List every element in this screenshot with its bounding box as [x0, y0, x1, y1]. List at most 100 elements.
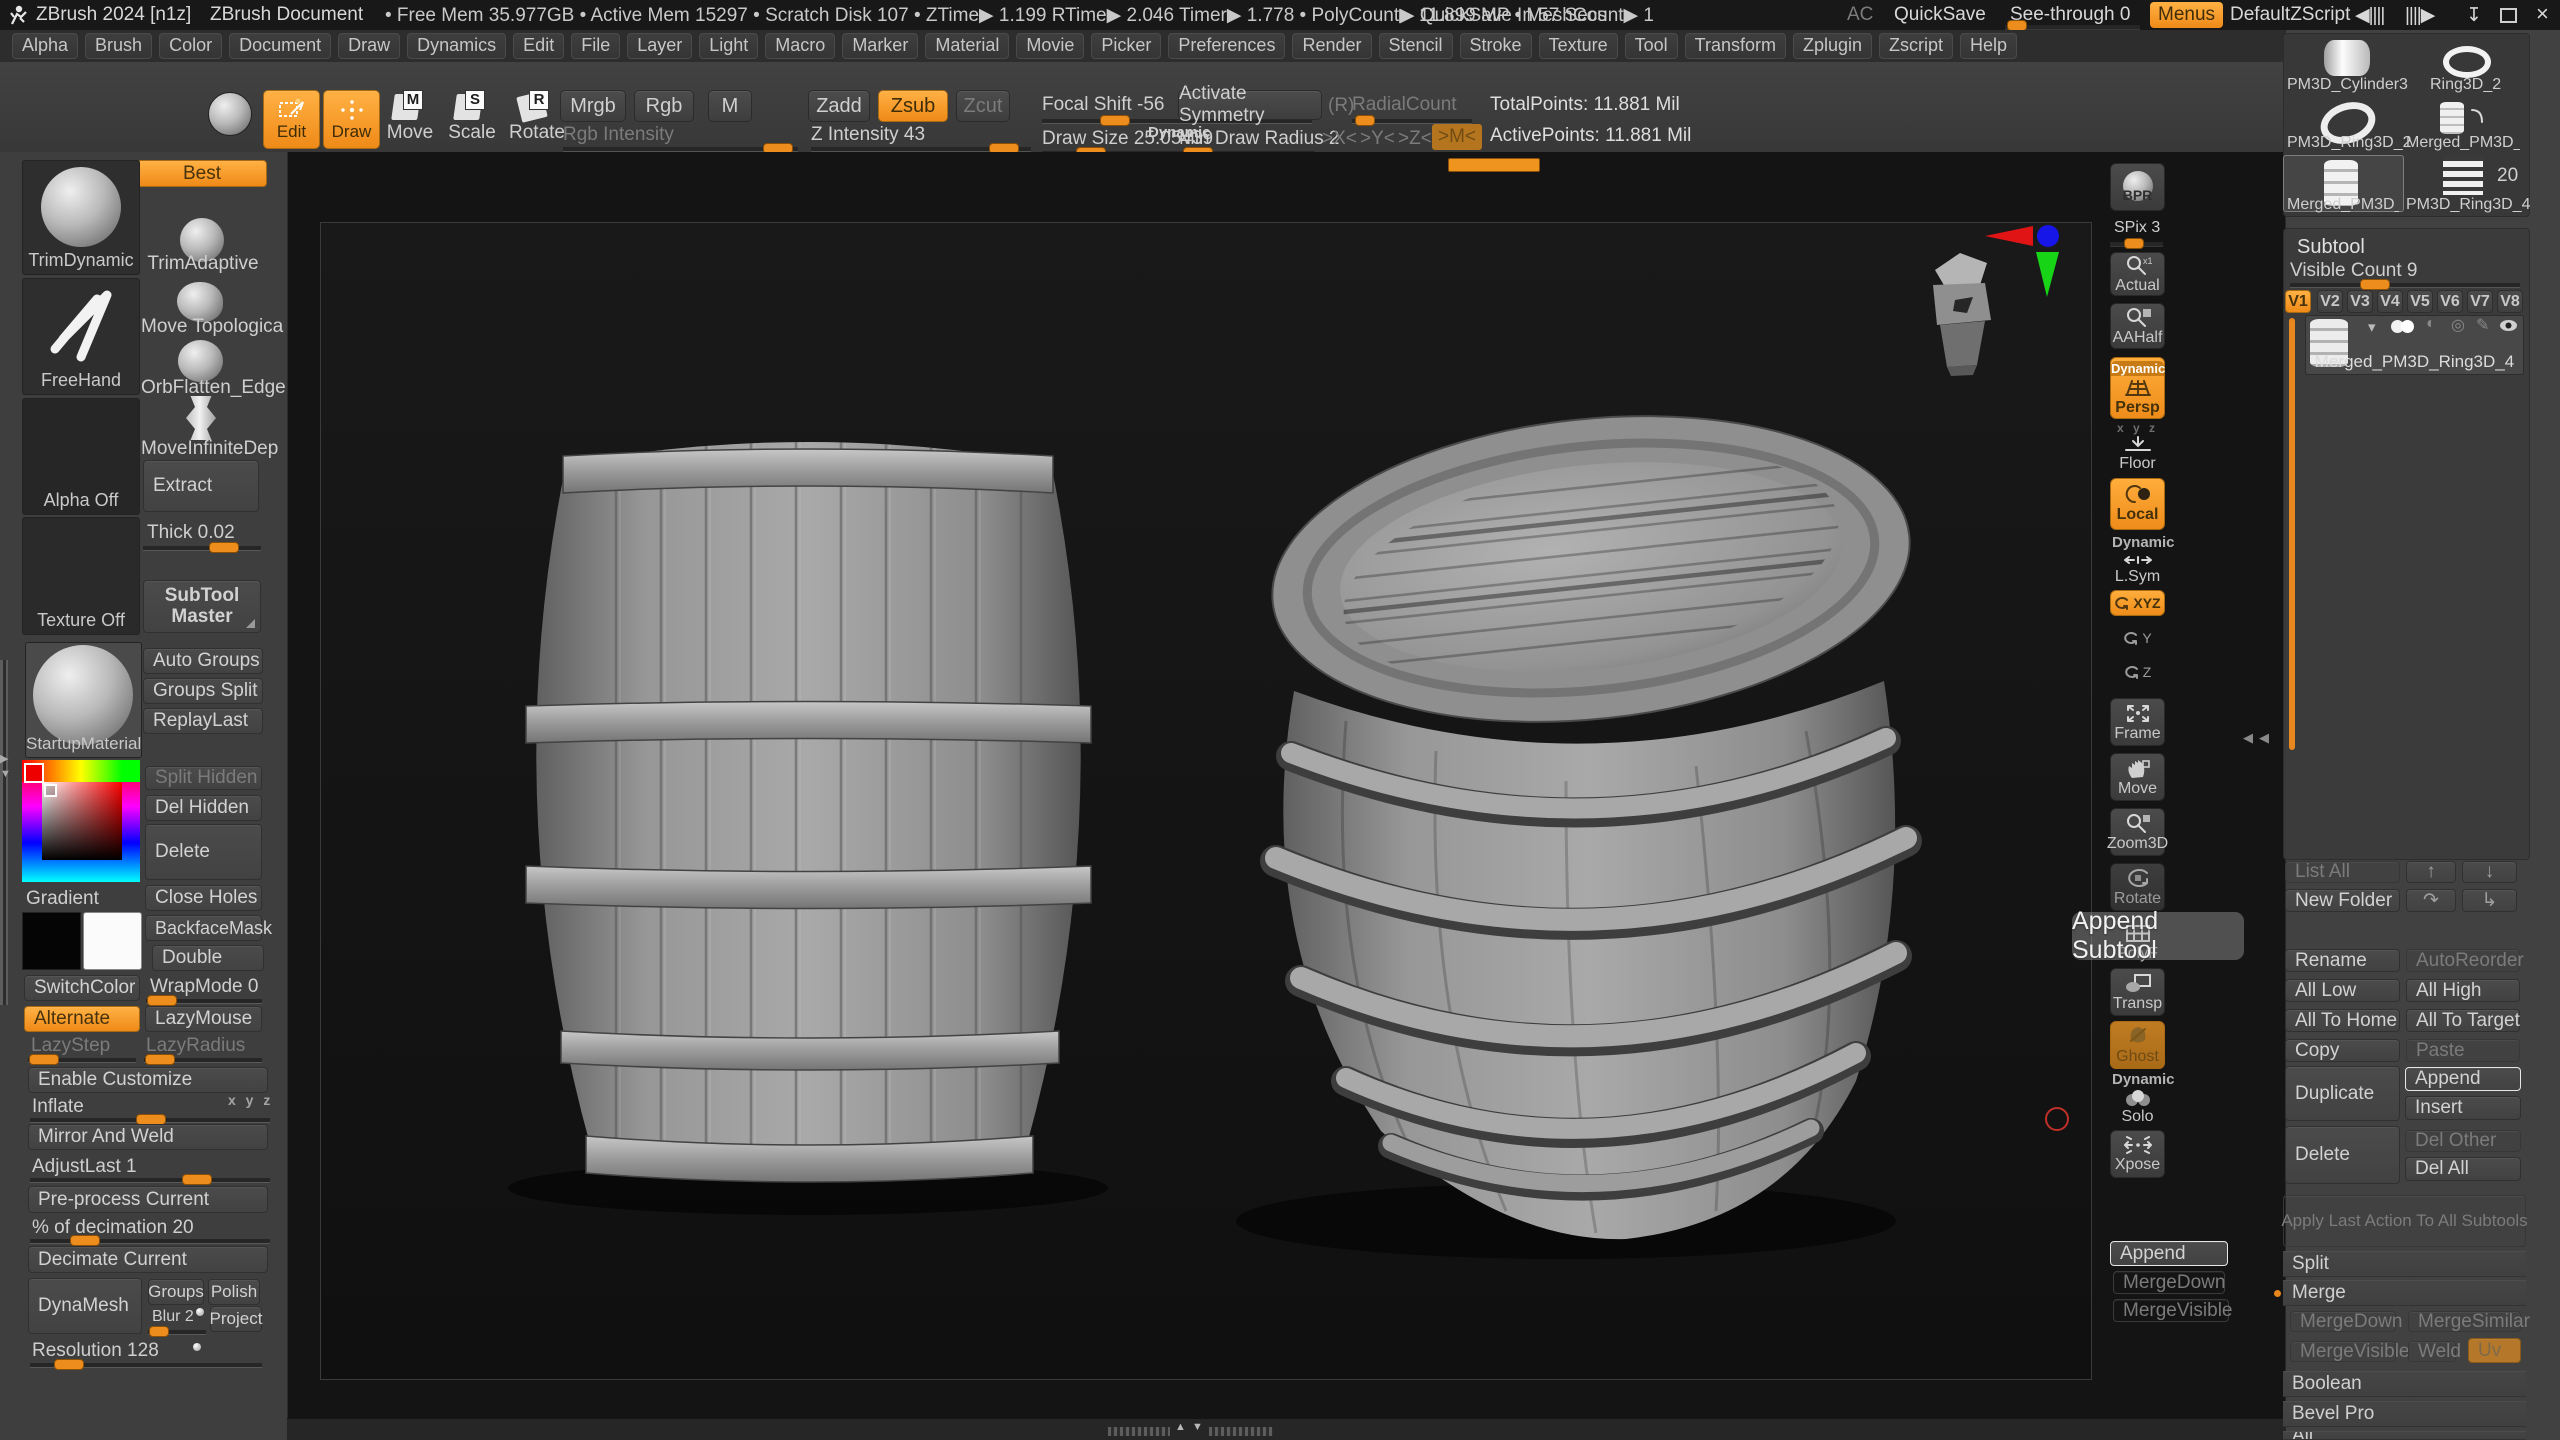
weld-button[interactable]: Weld — [2408, 1341, 2456, 1362]
subtool-delete-button[interactable]: Delete — [2285, 1126, 2400, 1184]
lsym-button[interactable]: L.Sym — [2110, 552, 2165, 586]
bpr-button[interactable]: BPR — [2110, 163, 2165, 211]
history-forward-icon[interactable]: ||||▶ — [2405, 4, 2434, 27]
texture-slot[interactable]: Texture Off — [22, 517, 140, 635]
menu-zplugin[interactable]: Zplugin — [1793, 33, 1872, 59]
subtool-moon-icon[interactable]: ◐ — [2426, 315, 2436, 333]
bottom-divider-left[interactable] — [1108, 1427, 1170, 1436]
tray-collapse2-icon[interactable]: ◀ — [2259, 730, 2269, 746]
menu-render[interactable]: Render — [1292, 33, 1371, 59]
tool-cylinder-icon[interactable] — [2320, 38, 2374, 78]
preview-sphere-icon[interactable] — [208, 92, 252, 136]
edit-button[interactable]: Edit — [263, 90, 320, 149]
merge-similar-button[interactable]: MergeSimilar — [2408, 1311, 2521, 1332]
split-hidden-button[interactable]: Split Hidden — [145, 766, 262, 790]
mirror-and-weld-button[interactable]: Mirror And Weld — [28, 1124, 268, 1150]
delete-button[interactable]: Delete — [145, 824, 262, 880]
inflate-slider[interactable] — [30, 1118, 270, 1122]
tray-collapse-icon[interactable]: ◀ — [2243, 730, 2253, 746]
menu-layer[interactable]: Layer — [627, 33, 692, 59]
tool-rings-stack-icon[interactable] — [2443, 157, 2483, 195]
solo-button[interactable]: Solo — [2110, 1088, 2165, 1126]
zcut-button[interactable]: Zcut — [956, 90, 1010, 122]
menu-picker[interactable]: Picker — [1091, 33, 1161, 59]
dynamesh-polish-button[interactable]: Polish — [208, 1279, 260, 1305]
boolean-section-header[interactable]: Boolean — [2283, 1371, 2526, 1397]
del-all-button[interactable]: Del All — [2405, 1157, 2521, 1181]
double-button[interactable]: Double — [152, 945, 264, 971]
frame-button[interactable]: Frame — [2110, 698, 2165, 746]
copy-button[interactable]: Copy — [2285, 1039, 2400, 1062]
blur-slider[interactable] — [148, 1330, 206, 1334]
split-section-header[interactable]: Split — [2283, 1251, 2526, 1277]
merge-section-header[interactable]: Merge — [2283, 1280, 2526, 1306]
floor-button[interactable]: Floor — [2110, 434, 2165, 474]
subtool-master-button[interactable]: SubTool Master — [143, 580, 261, 633]
vtab-5[interactable]: V5 — [2407, 290, 2433, 313]
sym-z-button[interactable]: >Z< — [1398, 128, 1432, 150]
menu-draw[interactable]: Draw — [338, 33, 400, 59]
canvas[interactable] — [287, 152, 2285, 1418]
decimate-current-button[interactable]: Decimate Current — [28, 1246, 268, 1273]
menu-file[interactable]: File — [571, 33, 620, 59]
alpha-slot[interactable]: Alpha Off — [22, 398, 140, 515]
enable-customize-button[interactable]: Enable Customize — [28, 1067, 268, 1093]
append-button[interactable]: Append — [2405, 1067, 2521, 1091]
vtab-3[interactable]: V3 — [2347, 290, 2373, 313]
divider-close-icon[interactable]: ▼ — [0, 768, 11, 780]
brush-orbflatten-icon[interactable] — [178, 340, 223, 382]
list-all-button[interactable]: List All — [2285, 861, 2400, 883]
duplicate-button[interactable]: Duplicate — [2285, 1066, 2400, 1121]
menu-color[interactable]: Color — [159, 33, 222, 59]
sym-m-button[interactable]: >M< — [1432, 124, 1482, 150]
alternate-button[interactable]: Alternate — [24, 1006, 140, 1032]
merge-visible-button[interactable]: MergeVisible — [2290, 1341, 2396, 1362]
rotate-y-button[interactable]: Y — [2110, 624, 2165, 652]
tray-down-icon[interactable]: ▼ — [1192, 1421, 1203, 1433]
best-render-button[interactable]: Best — [137, 160, 267, 187]
menu-movie[interactable]: Movie — [1016, 33, 1084, 59]
local-button[interactable]: Local — [2110, 478, 2165, 530]
tool-barrel-icon[interactable] — [2440, 102, 2464, 134]
merge-down-button[interactable]: MergeDown — [2290, 1311, 2396, 1332]
tray-up-icon[interactable]: ▲ — [1175, 1421, 1186, 1433]
menu-zscript[interactable]: Zscript — [1879, 33, 1953, 59]
close-icon[interactable]: × — [2536, 1, 2549, 27]
align-section-header-cut[interactable]: Ali — [2283, 1431, 2526, 1440]
apply-last-action-button[interactable]: Apply Last Action To All Subtools — [2283, 1195, 2526, 1247]
move-out-button[interactable]: ↷ — [2406, 889, 2456, 912]
groups-split-button[interactable]: Groups Split — [143, 678, 263, 704]
new-folder-button[interactable]: New Folder — [2285, 889, 2400, 912]
bottom-divider-right[interactable] — [1209, 1427, 1273, 1436]
shelf-mergevisible-button[interactable]: MergeVisible — [2113, 1299, 2229, 1322]
radial-count-slider[interactable] — [1352, 119, 1472, 123]
vtab-1[interactable]: V1 — [2285, 290, 2311, 313]
m-button[interactable]: M — [708, 90, 752, 122]
dynamesh-button[interactable]: DynaMesh — [28, 1278, 142, 1334]
uv-button[interactable]: Uv — [2468, 1338, 2521, 1363]
rotate-view-button[interactable]: Rotate — [2110, 863, 2165, 911]
all-low-button[interactable]: All Low — [2285, 979, 2400, 1002]
draw-button[interactable]: Draw — [323, 90, 380, 149]
sym-x-button[interactable]: >X< — [1322, 128, 1357, 150]
all-high-button[interactable]: All High — [2406, 979, 2520, 1002]
zadd-button[interactable]: Zadd — [808, 90, 870, 122]
zoom3d-button[interactable]: Zoom3D — [2110, 808, 2165, 856]
move-view-button[interactable]: Move — [2110, 753, 2165, 801]
subtool-dropdown-icon[interactable]: ▾ — [2368, 318, 2376, 336]
auto-reorder-button[interactable]: AutoReorder — [2406, 949, 2520, 972]
menu-document[interactable]: Document — [229, 33, 331, 59]
menus-button[interactable]: Menus — [2150, 2, 2223, 28]
vtab-7[interactable]: V7 — [2467, 290, 2493, 313]
menu-stencil[interactable]: Stencil — [1379, 33, 1453, 59]
vtab-2[interactable]: V2 — [2317, 290, 2343, 313]
menu-stroke[interactable]: Stroke — [1460, 33, 1532, 59]
zsub-button[interactable]: Zsub — [878, 90, 948, 122]
menu-light[interactable]: Light — [699, 33, 758, 59]
del-other-button[interactable]: Del Other — [2405, 1130, 2521, 1152]
subtool-eye-icon[interactable] — [2500, 320, 2517, 331]
restore-icon[interactable] — [2500, 8, 2517, 23]
inflate-xyz-icon[interactable]: x y z — [228, 1092, 273, 1108]
replay-last-button[interactable]: ReplayLast — [143, 708, 263, 734]
divider-open-icon[interactable]: ▶ — [0, 752, 8, 765]
